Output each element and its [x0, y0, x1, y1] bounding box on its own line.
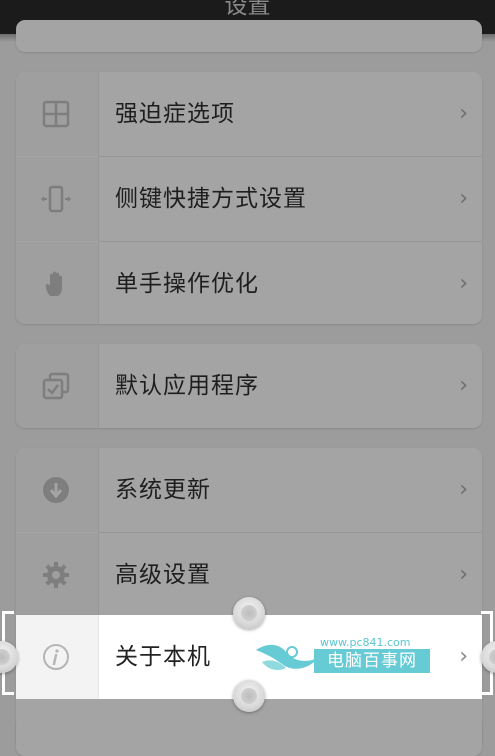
settings-group-1: 强迫症选项 › 侧键快捷方式设置 › 单手操作优化 ›	[16, 72, 482, 324]
download-icon	[43, 477, 69, 503]
settings-item-label: 高级设置	[115, 562, 211, 588]
icon-cell	[16, 615, 99, 699]
settings-item-ocd-options[interactable]: 强迫症选项 ›	[16, 72, 482, 156]
settings-item-system-update[interactable]: 系统更新 ›	[16, 448, 482, 532]
chevron-right-icon: ›	[459, 373, 468, 398]
icon-cell	[16, 344, 99, 428]
chevron-right-icon: ›	[459, 186, 468, 211]
phone-side-keys-icon	[41, 185, 71, 213]
default-apps-icon	[42, 372, 70, 400]
gear-icon	[43, 562, 69, 588]
resize-handle-top[interactable]	[233, 597, 265, 629]
hand-icon	[45, 271, 62, 296]
icon-cell	[16, 157, 99, 241]
settings-item-label: 强迫症选项	[115, 101, 235, 127]
watermark-url: www.pc841.com	[320, 636, 411, 649]
icon-cell	[16, 72, 99, 156]
chevron-right-icon: ›	[459, 477, 468, 502]
page-title: 设置	[224, 0, 271, 19]
resize-handle-bottom[interactable]	[233, 680, 265, 712]
chevron-right-icon: ›	[459, 562, 468, 587]
settings-group-2: 默认应用程序 ›	[16, 344, 482, 428]
settings-card-previous	[16, 20, 482, 52]
settings-item-side-key-shortcuts[interactable]: 侧键快捷方式设置 ›	[16, 157, 482, 241]
settings-item-default-apps[interactable]: 默认应用程序 ›	[16, 344, 482, 428]
icon-cell	[16, 448, 99, 532]
settings-item-label: 侧键快捷方式设置	[115, 186, 307, 212]
info-icon	[43, 644, 69, 670]
settings-item-label: 单手操作优化	[115, 271, 259, 297]
grid-icon	[42, 100, 70, 128]
settings-item-label: 默认应用程序	[115, 373, 259, 399]
watermark: www.pc841.com 电脑百事网	[254, 636, 430, 676]
chevron-right-icon: ›	[459, 644, 468, 669]
icon-cell	[16, 533, 99, 617]
settings-card-next	[16, 716, 482, 756]
icon-cell	[16, 242, 99, 324]
settings-item-label: 关于本机	[115, 644, 211, 670]
chevron-right-icon: ›	[459, 101, 468, 126]
settings-item-one-hand-mode[interactable]: 单手操作优化 ›	[16, 242, 482, 324]
settings-item-label: 系统更新	[115, 477, 211, 503]
watermark-name: 电脑百事网	[314, 649, 430, 673]
chevron-right-icon: ›	[459, 271, 468, 296]
